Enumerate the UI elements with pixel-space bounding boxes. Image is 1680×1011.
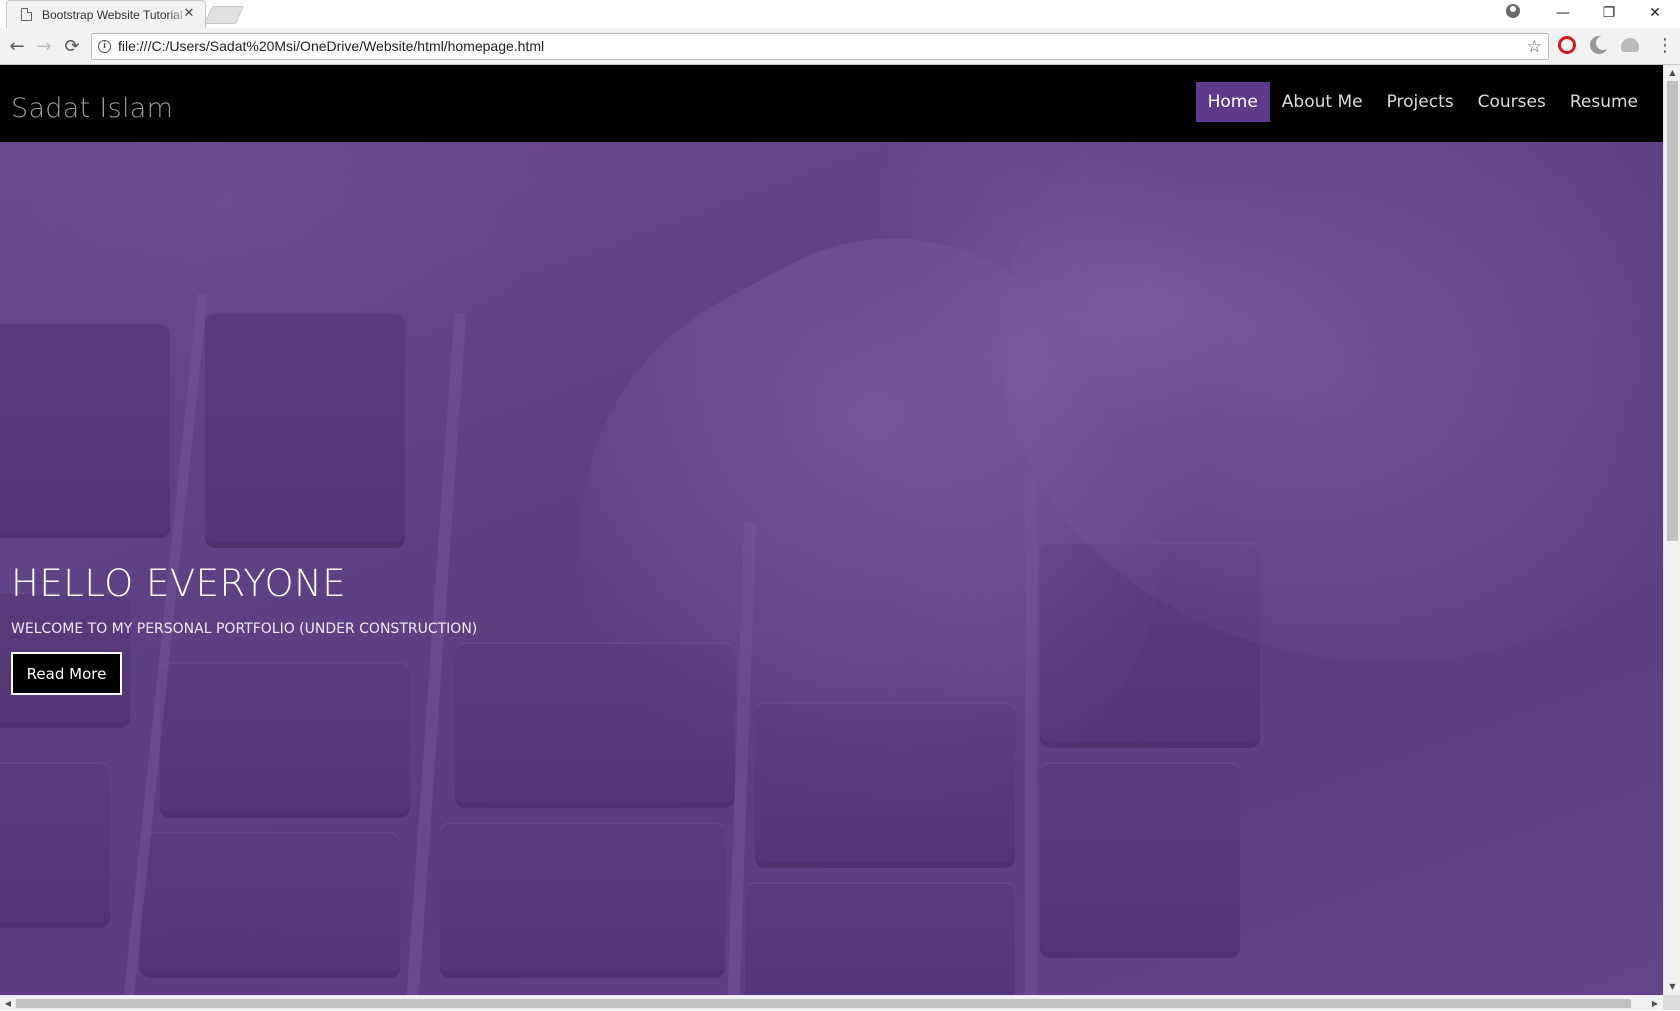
new-tab-button[interactable] bbox=[203, 6, 245, 24]
restore-button[interactable]: ❐ bbox=[1587, 0, 1631, 26]
forward-arrow-icon[interactable]: → bbox=[32, 35, 56, 59]
page-viewport: Sadat Islam Home About Me Projects Cours… bbox=[0, 65, 1663, 995]
site-brand[interactable]: Sadat Islam bbox=[11, 93, 173, 124]
hero-title: HELLO EVERYONE bbox=[11, 562, 347, 605]
opera-extension-icon[interactable] bbox=[1558, 36, 1576, 54]
nav-link-home[interactable]: Home bbox=[1195, 82, 1270, 122]
minimize-button[interactable]: — bbox=[1541, 0, 1585, 26]
browser-chrome: Bootstrap Website Tutorial ✕ — ❐ ✕ ← → ⟳… bbox=[0, 0, 1680, 65]
nav-link-resume[interactable]: Resume bbox=[1558, 82, 1650, 122]
tab-strip: Bootstrap Website Tutorial ✕ — ❐ ✕ bbox=[0, 0, 1680, 28]
cloud-extension-icon[interactable] bbox=[1621, 38, 1639, 52]
info-icon[interactable]: i bbox=[98, 40, 111, 53]
tab-close-icon[interactable]: ✕ bbox=[181, 6, 197, 22]
nav-link-about-me[interactable]: About Me bbox=[1270, 82, 1375, 122]
close-window-button[interactable]: ✕ bbox=[1633, 0, 1677, 26]
horizontal-scrollbar[interactable]: ◀ ▶ bbox=[0, 995, 1663, 1010]
hero-subtitle: WELCOME TO MY PERSONAL PORTFOLIO (UNDER … bbox=[11, 621, 478, 637]
page-favicon-icon bbox=[21, 8, 32, 21]
browser-menu-icon[interactable]: ⋮ bbox=[1656, 35, 1674, 57]
bookmark-star-icon[interactable]: ☆ bbox=[1527, 36, 1542, 58]
tab-title: Bootstrap Website Tutorial bbox=[42, 7, 183, 22]
read-more-button[interactable]: Read More bbox=[11, 652, 122, 695]
nav-links: Home About Me Projects Courses Resume bbox=[1195, 82, 1650, 122]
moon-extension-icon[interactable] bbox=[1590, 36, 1610, 54]
site-navbar: Sadat Islam Home About Me Projects Cours… bbox=[0, 65, 1663, 142]
address-bar[interactable]: i file:///C:/Users/Sadat%20Msi/OneDrive/… bbox=[91, 33, 1549, 60]
scroll-down-icon[interactable]: ▼ bbox=[1664, 979, 1680, 995]
back-arrow-icon[interactable]: ← bbox=[5, 35, 29, 59]
vertical-scrollbar[interactable]: ▲ ▼ bbox=[1663, 65, 1680, 995]
url-text[interactable]: file:///C:/Users/Sadat%20Msi/OneDrive/We… bbox=[118, 34, 544, 59]
reload-icon[interactable]: ⟳ bbox=[60, 35, 84, 59]
nav-link-projects[interactable]: Projects bbox=[1375, 82, 1466, 122]
browser-tab[interactable]: Bootstrap Website Tutorial ✕ bbox=[6, 0, 206, 28]
scroll-left-icon[interactable]: ◀ bbox=[0, 996, 16, 1011]
nav-link-courses[interactable]: Courses bbox=[1466, 82, 1558, 122]
browser-toolbar: ← → ⟳ i file:///C:/Users/Sadat%20Msi/One… bbox=[0, 28, 1680, 65]
vertical-scroll-thumb[interactable] bbox=[1667, 81, 1678, 541]
scroll-up-icon[interactable]: ▲ bbox=[1664, 65, 1680, 81]
profile-icon[interactable] bbox=[1506, 4, 1520, 18]
horizontal-scroll-thumb[interactable] bbox=[16, 999, 1631, 1008]
scroll-right-icon[interactable]: ▶ bbox=[1647, 996, 1663, 1011]
hero-section: HELLO EVERYONE WELCOME TO MY PERSONAL PO… bbox=[0, 142, 1663, 995]
scrollbar-corner bbox=[1663, 995, 1680, 1010]
